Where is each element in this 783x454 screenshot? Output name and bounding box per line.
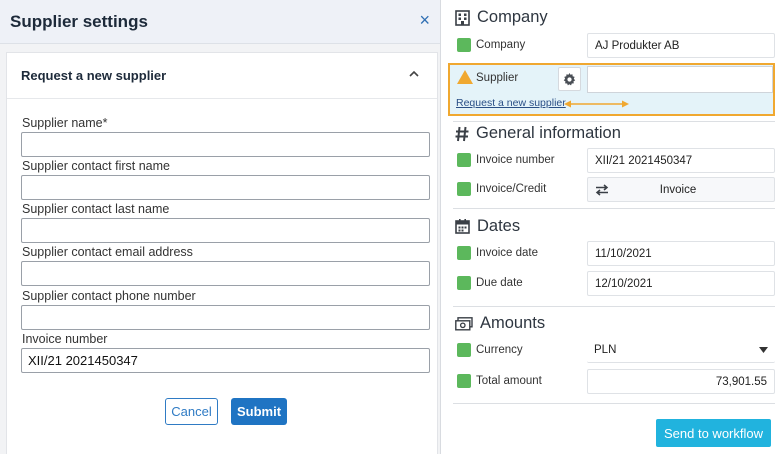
due-date-label: Due date bbox=[476, 277, 523, 289]
amounts-section-heading: Amounts bbox=[455, 314, 545, 333]
chevron-up-icon[interactable] bbox=[407, 67, 421, 81]
invoice-number-label: Invoice number bbox=[22, 332, 108, 346]
currency-row: Currency PLN bbox=[457, 338, 775, 364]
invoice-number-row: Invoice number XII/21 2021450347 bbox=[457, 148, 775, 174]
total-amount-row: Total amount 73,901.55 bbox=[457, 369, 775, 395]
company-heading-text: Company bbox=[477, 8, 548, 26]
close-icon[interactable]: × bbox=[419, 11, 430, 29]
company-field[interactable]: AJ Produkter AB bbox=[587, 33, 775, 58]
panel-header: Supplier settings × bbox=[0, 0, 440, 44]
request-new-supplier-link[interactable]: Request a new supplier bbox=[456, 97, 566, 109]
company-section-heading: Company bbox=[455, 8, 548, 27]
cancel-button[interactable]: Cancel bbox=[165, 398, 218, 425]
invoice-date-field[interactable]: 11/10/2021 bbox=[587, 241, 775, 266]
status-ok-icon bbox=[457, 276, 471, 290]
supplier-label: Supplier bbox=[476, 72, 519, 84]
currency-value: PLN bbox=[594, 344, 617, 356]
status-ok-icon bbox=[457, 343, 471, 357]
invoice-number-field[interactable]: XII/21 2021450347 bbox=[587, 148, 775, 173]
invoice-details-panel: Company Company AJ Produkter AB Supplier… bbox=[441, 0, 783, 454]
contact-phone-input[interactable] bbox=[21, 305, 430, 330]
section-divider bbox=[453, 121, 775, 122]
invoice-credit-label: Invoice/Credit bbox=[476, 183, 547, 195]
send-to-workflow-button[interactable]: Send to workflow bbox=[656, 419, 771, 447]
gear-icon bbox=[563, 72, 576, 85]
contact-phone-label: Supplier contact phone number bbox=[22, 289, 196, 303]
due-date-row: Due date 12/10/2021 bbox=[457, 271, 775, 297]
request-supplier-card: Request a new supplier Supplier name* Su… bbox=[6, 52, 438, 454]
status-ok-icon bbox=[457, 374, 471, 388]
currency-label: Currency bbox=[476, 344, 523, 356]
company-row: Company AJ Produkter AB bbox=[457, 33, 775, 59]
card-header[interactable]: Request a new supplier bbox=[7, 53, 437, 99]
due-date-field[interactable]: 12/10/2021 bbox=[587, 271, 775, 296]
general-section-heading: General information bbox=[455, 124, 621, 143]
general-heading-text: General information bbox=[476, 124, 621, 142]
contact-email-input[interactable] bbox=[21, 261, 430, 286]
submit-button[interactable]: Submit bbox=[231, 398, 287, 425]
supplier-name-label: Supplier name* bbox=[22, 116, 108, 130]
dates-section-heading: Dates bbox=[455, 217, 520, 236]
invoice-date-row: Invoice date 11/10/2021 bbox=[457, 241, 775, 267]
section-divider bbox=[453, 403, 775, 404]
section-divider bbox=[453, 208, 775, 209]
invoice-number-input[interactable] bbox=[21, 348, 430, 373]
contact-email-label: Supplier contact email address bbox=[22, 245, 193, 259]
status-ok-icon bbox=[457, 182, 471, 196]
currency-select[interactable]: PLN bbox=[587, 338, 775, 363]
supplier-settings-button[interactable] bbox=[558, 67, 581, 91]
amounts-heading-text: Amounts bbox=[480, 314, 546, 332]
total-amount-field[interactable]: 73,901.55 bbox=[587, 369, 775, 394]
supplier-settings-panel: Supplier settings × Request a new suppli… bbox=[0, 0, 441, 454]
hash-icon bbox=[455, 126, 469, 141]
supplier-name-input[interactable] bbox=[21, 132, 430, 157]
swap-arrows-icon bbox=[595, 183, 609, 196]
invoice-credit-toggle[interactable]: Invoice bbox=[587, 177, 775, 202]
invoice-date-label: Invoice date bbox=[476, 247, 539, 259]
supplier-input[interactable] bbox=[587, 66, 773, 93]
company-label: Company bbox=[476, 39, 526, 51]
dates-heading-text: Dates bbox=[477, 217, 521, 235]
section-divider bbox=[453, 306, 775, 307]
total-amount-label: Total amount bbox=[476, 375, 542, 387]
double-arrow-icon bbox=[564, 100, 629, 108]
contact-first-name-input[interactable] bbox=[21, 175, 430, 200]
status-ok-icon bbox=[457, 153, 471, 167]
status-ok-icon bbox=[457, 38, 471, 52]
invoice-number-label: Invoice number bbox=[476, 154, 555, 166]
calendar-icon bbox=[455, 219, 470, 234]
status-ok-icon bbox=[457, 246, 471, 260]
contact-first-name-label: Supplier contact first name bbox=[22, 159, 170, 173]
panel-title: Supplier settings bbox=[10, 12, 148, 31]
invoice-credit-value: Invoice bbox=[659, 183, 697, 196]
money-icon bbox=[455, 316, 473, 330]
caret-down-icon bbox=[759, 347, 768, 353]
invoice-credit-row: Invoice/Credit Invoice bbox=[457, 177, 775, 203]
supplier-highlight-box: Supplier Request a new supplier bbox=[448, 63, 775, 116]
card-title: Request a new supplier bbox=[21, 68, 167, 83]
warning-icon bbox=[457, 70, 473, 84]
contact-last-name-input[interactable] bbox=[21, 218, 430, 243]
building-icon bbox=[455, 9, 470, 26]
contact-last-name-label: Supplier contact last name bbox=[22, 202, 170, 216]
